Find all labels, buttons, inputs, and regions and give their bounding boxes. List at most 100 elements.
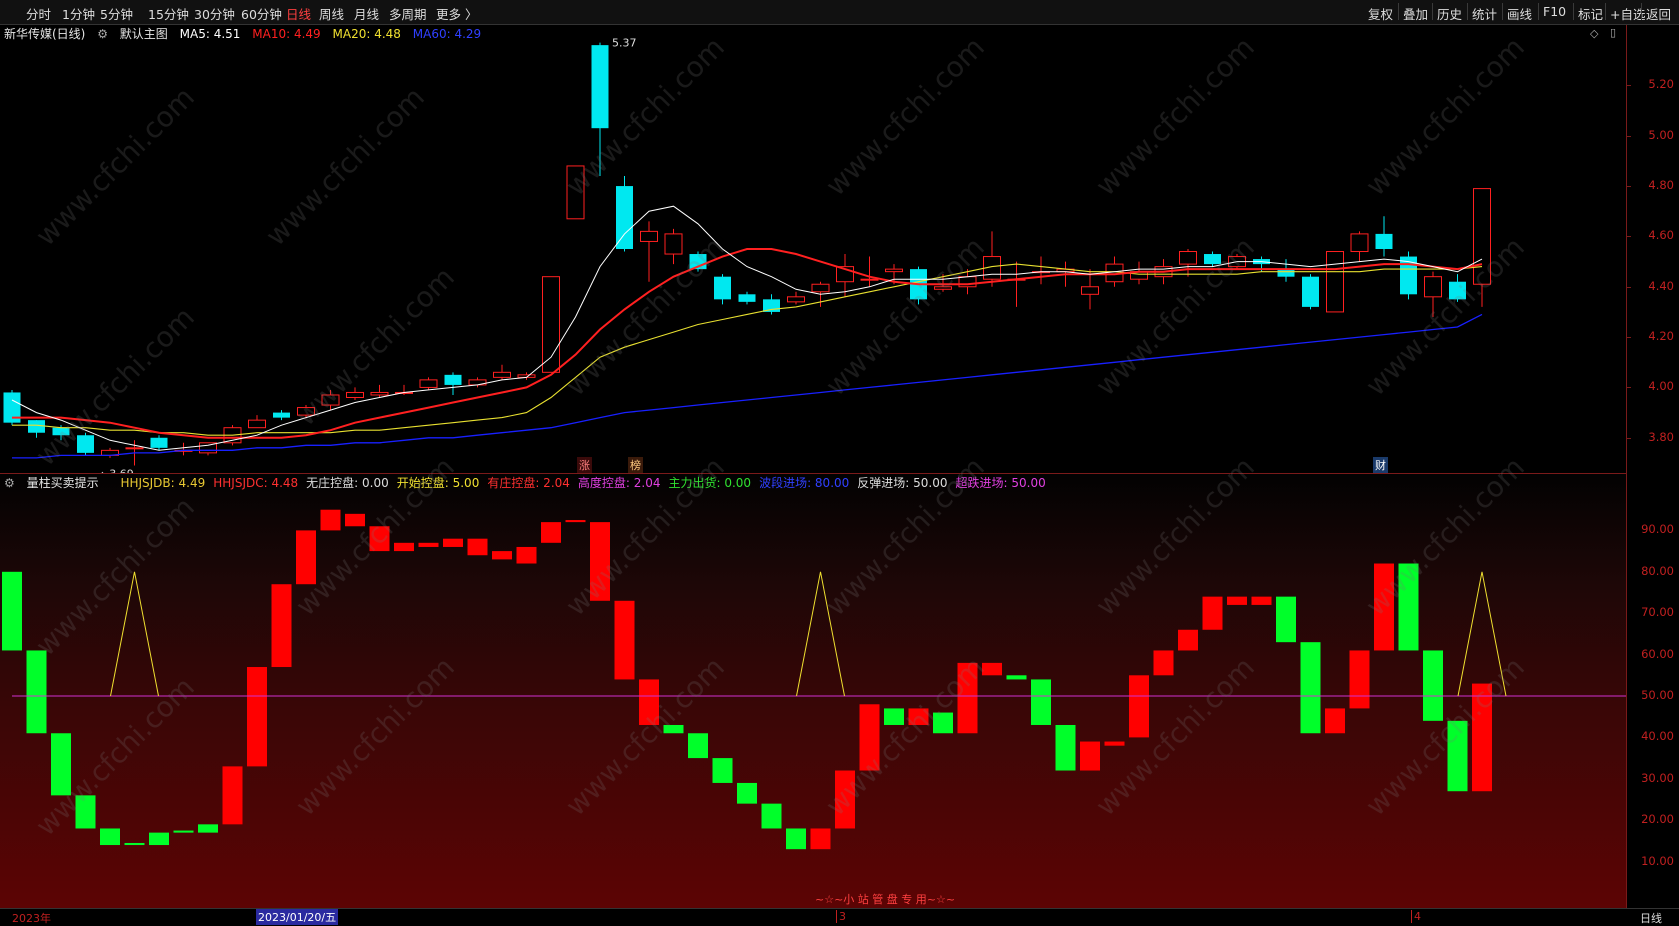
candle-body: [1179, 251, 1197, 265]
candle-body: [1375, 233, 1393, 249]
ma10-line: [12, 248, 1483, 439]
price-tick-label: 5.20: [1648, 77, 1674, 92]
period-tab-8[interactable]: 月线: [354, 4, 379, 23]
indicator-bar: [1055, 724, 1076, 771]
toolbar-button-4[interactable]: 画线: [1507, 4, 1532, 23]
indicator-bar: [1006, 675, 1027, 680]
candle-body: [28, 420, 45, 433]
indicator-bar: [1276, 596, 1296, 643]
candle-body: [958, 276, 977, 288]
cursor-date: 2023/01/20/五: [256, 909, 339, 925]
indicator-chart: [2, 509, 1626, 850]
indicator-bar: [859, 704, 880, 771]
price-tick: [1627, 437, 1631, 439]
indicator-bar: [688, 733, 708, 759]
indicator-panel[interactable]: ⚙ 量柱买卖提示 HHJSJDB: 4.49 HHJSJDC: 4.48 无庄控盘:…: [0, 474, 1626, 908]
candle-body: [885, 268, 903, 273]
indicator-tick-label: 70.00: [1641, 605, 1674, 620]
price-axis[interactable]: 5.20 5.00 4.80 4.60 4.40 4.20 4.00 3.80 90.00 80.…: [1626, 25, 1679, 908]
indicator-bar: [369, 526, 390, 552]
indicator-bar: [1447, 720, 1468, 792]
indicator-bar: [467, 538, 488, 556]
price-chart-panel[interactable]: 新华传媒(日线) ⚙ 默认主图 MA5: 4.51 MA10: 4.49 MA2…: [0, 25, 1626, 473]
price-tick-label: 5.00: [1648, 127, 1674, 142]
period-tab-10[interactable]: 更多 〉: [436, 4, 477, 23]
toolbar-separator: [1398, 3, 1399, 20]
period-toolbar: 分时 1分钟 5分钟 15分钟 30分钟 60分钟 日线 周线 月线 多周期 更多 〉 复权 叠加 历史统…: [0, 0, 1679, 25]
indicator-bar: [1472, 683, 1492, 792]
indicator-bar: [786, 828, 806, 850]
indicator-bar: [1374, 563, 1394, 651]
period-tab-9[interactable]: 多周期: [389, 4, 427, 23]
indicator-bar: [1031, 679, 1051, 725]
candle-body: [297, 407, 315, 416]
toolbar-button-8[interactable]: 返回: [1646, 4, 1671, 23]
toolbar-button-1[interactable]: 叠加: [1403, 4, 1428, 23]
high-price-label: 5.37: [612, 37, 637, 50]
period-tab-4[interactable]: 30分钟: [194, 4, 235, 23]
month-3-label: 3: [836, 910, 846, 923]
toolbar-button-6[interactable]: 标记: [1578, 4, 1603, 23]
price-tick-label: 4.40: [1648, 278, 1674, 293]
period-tab-1[interactable]: 1分钟: [62, 4, 95, 23]
indicator-tick-label: 50.00: [1641, 688, 1674, 702]
candle-body: [1204, 254, 1221, 265]
toolbar-button-3[interactable]: 统计: [1472, 4, 1497, 23]
toolbar-separator: [1538, 3, 1539, 20]
indicator-bar: [712, 758, 733, 783]
signal-spike: [1457, 571, 1507, 697]
indicator-tick-label: 30.00: [1641, 770, 1674, 785]
candle-body: [763, 299, 780, 312]
indicator-bar: [663, 724, 684, 734]
indicator-bar: [1153, 650, 1174, 676]
indicator-tick-label: 60.00: [1641, 646, 1674, 661]
date-axis[interactable]: 2023年 2023/01/20/五 3 4 日线: [0, 908, 1679, 925]
indicator-bar: [1227, 596, 1247, 605]
cai-marker[interactable]: 财: [1373, 457, 1388, 473]
indicator-bar: [761, 803, 782, 829]
indicator-bar: [835, 770, 855, 829]
period-tab-7[interactable]: 周线: [319, 4, 344, 23]
indicator-bar: [443, 538, 463, 547]
indicator-tick-label: 40.00: [1641, 729, 1674, 744]
zhang-marker[interactable]: 涨: [577, 457, 592, 473]
price-tick: [1627, 387, 1631, 389]
period-tab-3[interactable]: 15分钟: [148, 4, 189, 23]
candle-body: [273, 412, 290, 418]
indicator-bar: [1423, 650, 1443, 721]
indicator-bar: [590, 522, 610, 601]
candle-body: [444, 374, 462, 385]
indicator-bar: [124, 842, 145, 846]
candle-body: [1424, 276, 1442, 298]
indicator-bar: [884, 708, 904, 725]
indicator-bar: [639, 679, 659, 725]
indicator-bar: [271, 584, 292, 668]
candle-body: [1473, 188, 1491, 285]
period-tab-2[interactable]: 5分钟: [100, 4, 133, 23]
indicator-tick-label: 20.00: [1641, 812, 1674, 827]
candle-body: [125, 447, 144, 450]
candle-body: [1326, 251, 1344, 313]
indicator-bar: [516, 546, 537, 564]
indicator-bar: [26, 650, 47, 734]
price-tick: [1627, 85, 1631, 87]
period-tab-0[interactable]: 分时: [26, 4, 51, 23]
candle-body: [860, 278, 879, 281]
toolbar-button-0[interactable]: 复权: [1368, 4, 1393, 23]
price-tick-label: 4.80: [1648, 178, 1674, 193]
indicator-bar: [100, 828, 120, 846]
indicator-bar: [198, 824, 218, 833]
period-tab-5[interactable]: 60分钟: [241, 4, 282, 23]
toolbar-button-5[interactable]: F10: [1543, 4, 1566, 19]
bang-marker[interactable]: 榜: [628, 457, 643, 473]
candle-body: [1449, 281, 1466, 300]
candle-body: [419, 379, 438, 388]
indicator-tick-label: 80.00: [1641, 563, 1674, 578]
indicator-bar: [541, 522, 561, 543]
period-tab-6[interactable]: 日线: [286, 4, 311, 23]
candle-body: [370, 391, 389, 396]
indicator-bar: [222, 766, 243, 825]
toolbar-button-2[interactable]: 历史: [1437, 4, 1462, 23]
candle-body: [1277, 269, 1295, 277]
candle-body: [1302, 276, 1319, 307]
